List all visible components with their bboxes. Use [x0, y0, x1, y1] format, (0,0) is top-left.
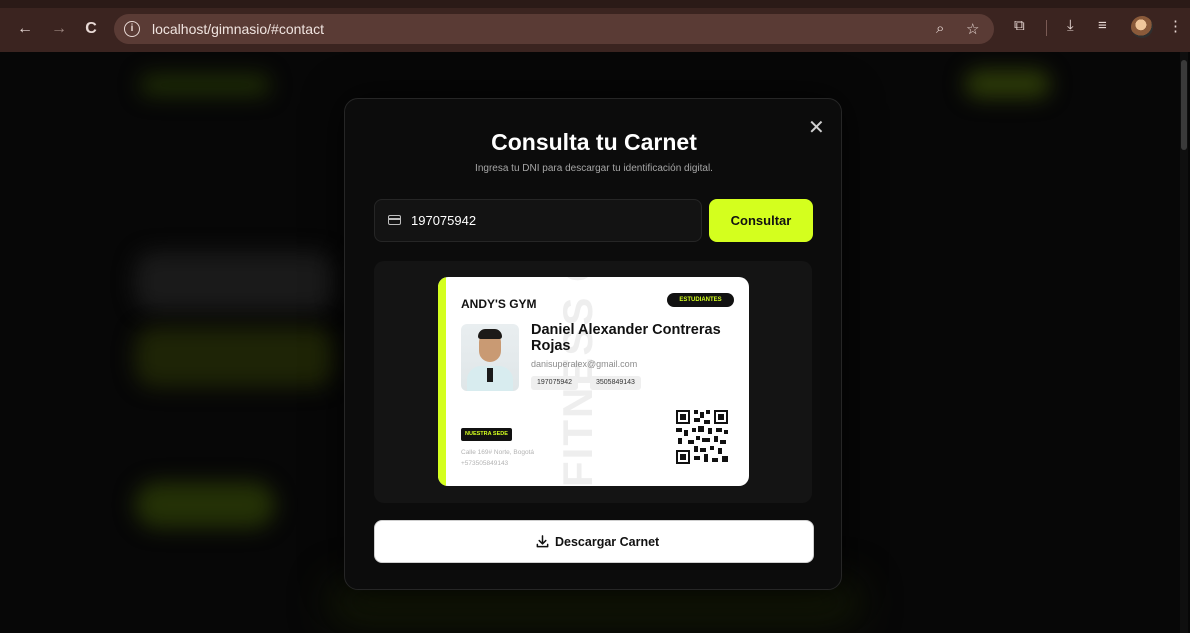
- forward-button[interactable]: →: [48, 18, 70, 40]
- download-icon[interactable]: ⤓: [1067, 17, 1074, 34]
- modal-subtitle: Ingresa tu DNI para descargar tu identif…: [475, 163, 713, 174]
- download-icon: [536, 535, 549, 548]
- qr-code: [676, 410, 728, 464]
- gym-name: ANDY'S GYM: [461, 297, 537, 311]
- bookmark-star-icon[interactable]: ☆: [966, 20, 979, 38]
- profile-avatar[interactable]: [1131, 16, 1153, 38]
- menu-kebab-icon[interactable]: ⋮: [1168, 17, 1183, 35]
- download-carnet-button[interactable]: Descargar Carnet: [374, 520, 814, 563]
- blurred-cta-button: [135, 482, 275, 528]
- consult-button[interactable]: Consultar: [709, 199, 813, 242]
- sede-address-line1: Calle 169# Norte, Bogotá: [461, 449, 534, 456]
- modal-title: Consulta tu Carnet: [491, 129, 697, 155]
- id-card: FITNESS CAF ANDY'S GYM ESTUDIANTES Danie…: [438, 277, 749, 486]
- address-url: localhost/gimnasio/#contact: [152, 21, 324, 37]
- site-info-icon[interactable]: i: [124, 21, 140, 37]
- carnet-modal: ✕ Consulta tu Carnet Ingresa tu DNI para…: [344, 98, 842, 590]
- media-queue-icon[interactable]: ≡: [1098, 17, 1107, 34]
- reload-button[interactable]: C: [80, 18, 102, 40]
- blurred-nav-button: [965, 70, 1050, 98]
- dni-input[interactable]: 197075942: [374, 199, 702, 242]
- zoom-icon[interactable]: ⌕: [936, 20, 944, 37]
- blurred-heading-line2: [135, 327, 335, 387]
- member-email: danisuperalex@gmail.com: [531, 359, 638, 369]
- extensions-icon[interactable]: ⧉: [1014, 17, 1025, 34]
- blurred-heading-line1: [135, 252, 335, 312]
- back-button[interactable]: ←: [14, 18, 36, 40]
- browser-tab-strip: [0, 0, 1190, 8]
- browser-toolbar: ← → C i localhost/gimnasio/#contact ⌕ ☆ …: [0, 0, 1190, 52]
- blurred-logo: [140, 74, 270, 96]
- membership-badge: ESTUDIANTES: [667, 293, 734, 307]
- dni-input-value: 197075942: [411, 213, 477, 228]
- id-card-accent-strip: [438, 277, 446, 486]
- member-phone-chip: 3505849143: [590, 376, 641, 390]
- member-photo: [461, 324, 519, 391]
- credit-card-icon: [388, 215, 401, 225]
- scrollbar-thumb[interactable]: [1181, 60, 1187, 150]
- address-bar[interactable]: i localhost/gimnasio/#contact ⌕ ☆: [114, 14, 994, 44]
- sede-address-line2: +573505849143: [461, 460, 509, 467]
- download-carnet-label: Descargar Carnet: [555, 535, 660, 549]
- member-name: Daniel Alexander Contreras Rojas: [531, 322, 721, 354]
- toolbar-divider: [1046, 20, 1047, 36]
- sede-label: NUESTRA SEDE: [461, 428, 512, 441]
- member-dni-chip: 197075942: [531, 376, 579, 390]
- sede-address: Calle 169# Norte, Bogotá +573505849143: [461, 447, 534, 469]
